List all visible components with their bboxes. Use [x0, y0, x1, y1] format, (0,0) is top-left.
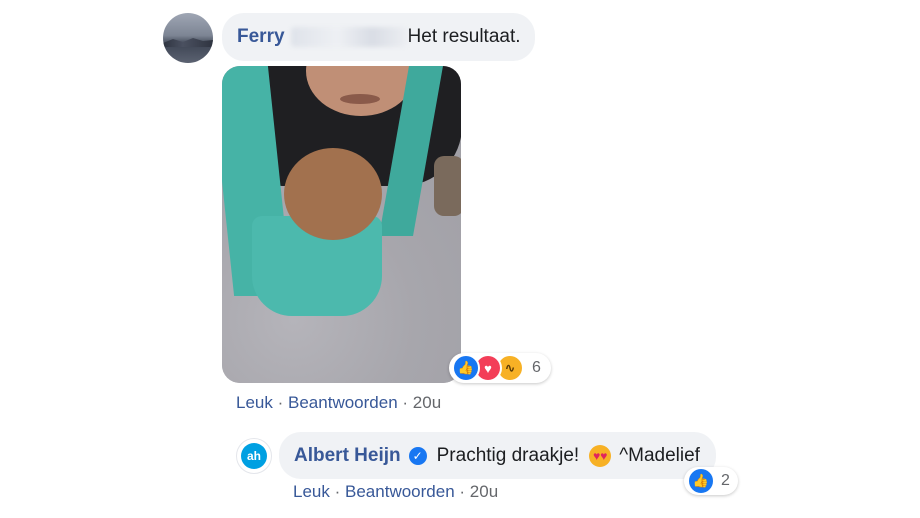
- comment-photo[interactable]: [222, 66, 461, 383]
- ah-logo-icon: ah: [241, 443, 267, 469]
- separator: ·: [277, 393, 284, 412]
- verified-badge-icon: ✓: [408, 446, 427, 465]
- comment-bubble: Ferry Het resultaat.: [222, 13, 535, 61]
- ferry-avatar[interactable]: [163, 13, 213, 63]
- reply-signature: ^Madelief: [619, 444, 700, 466]
- reply-reactions[interactable]: 👍 2: [684, 467, 738, 495]
- reply-author[interactable]: Albert Heijn: [294, 445, 401, 467]
- like-link[interactable]: Leuk: [293, 482, 330, 501]
- comment-text: Het resultaat.: [407, 26, 521, 47]
- reply-link[interactable]: Beantwoorden: [288, 393, 398, 412]
- separator: ·: [334, 482, 341, 501]
- albert-heijn-avatar[interactable]: ah: [236, 438, 272, 474]
- like-icon: 👍: [687, 467, 715, 495]
- comment-timestamp[interactable]: 20u: [413, 393, 441, 412]
- blurred-surname: [290, 27, 407, 47]
- separator: ·: [402, 393, 409, 412]
- reaction-count: 6: [532, 359, 541, 376]
- like-icon: 👍: [452, 354, 480, 382]
- reply-timestamp[interactable]: 20u: [470, 482, 498, 501]
- reply-actions: Leuk · Beantwoorden · 20u: [293, 482, 498, 502]
- reply-link[interactable]: Beantwoorden: [345, 482, 455, 501]
- comment-author[interactable]: Ferry: [237, 26, 285, 48]
- heart-eyes-emoji-icon: ♥♥: [589, 444, 612, 467]
- separator: ·: [459, 482, 466, 501]
- reply-bubble: Albert Heijn ✓ Prachtig draakje! ♥♥ ^Mad…: [279, 432, 716, 479]
- like-link[interactable]: Leuk: [236, 393, 273, 412]
- comment-reactions[interactable]: 👍 ♥ ∿ 6: [449, 353, 551, 383]
- reply-text: Prachtig draakje!: [436, 444, 580, 466]
- reply-reaction-count: 2: [721, 472, 730, 489]
- comment-actions: Leuk · Beantwoorden · 20u: [236, 393, 441, 413]
